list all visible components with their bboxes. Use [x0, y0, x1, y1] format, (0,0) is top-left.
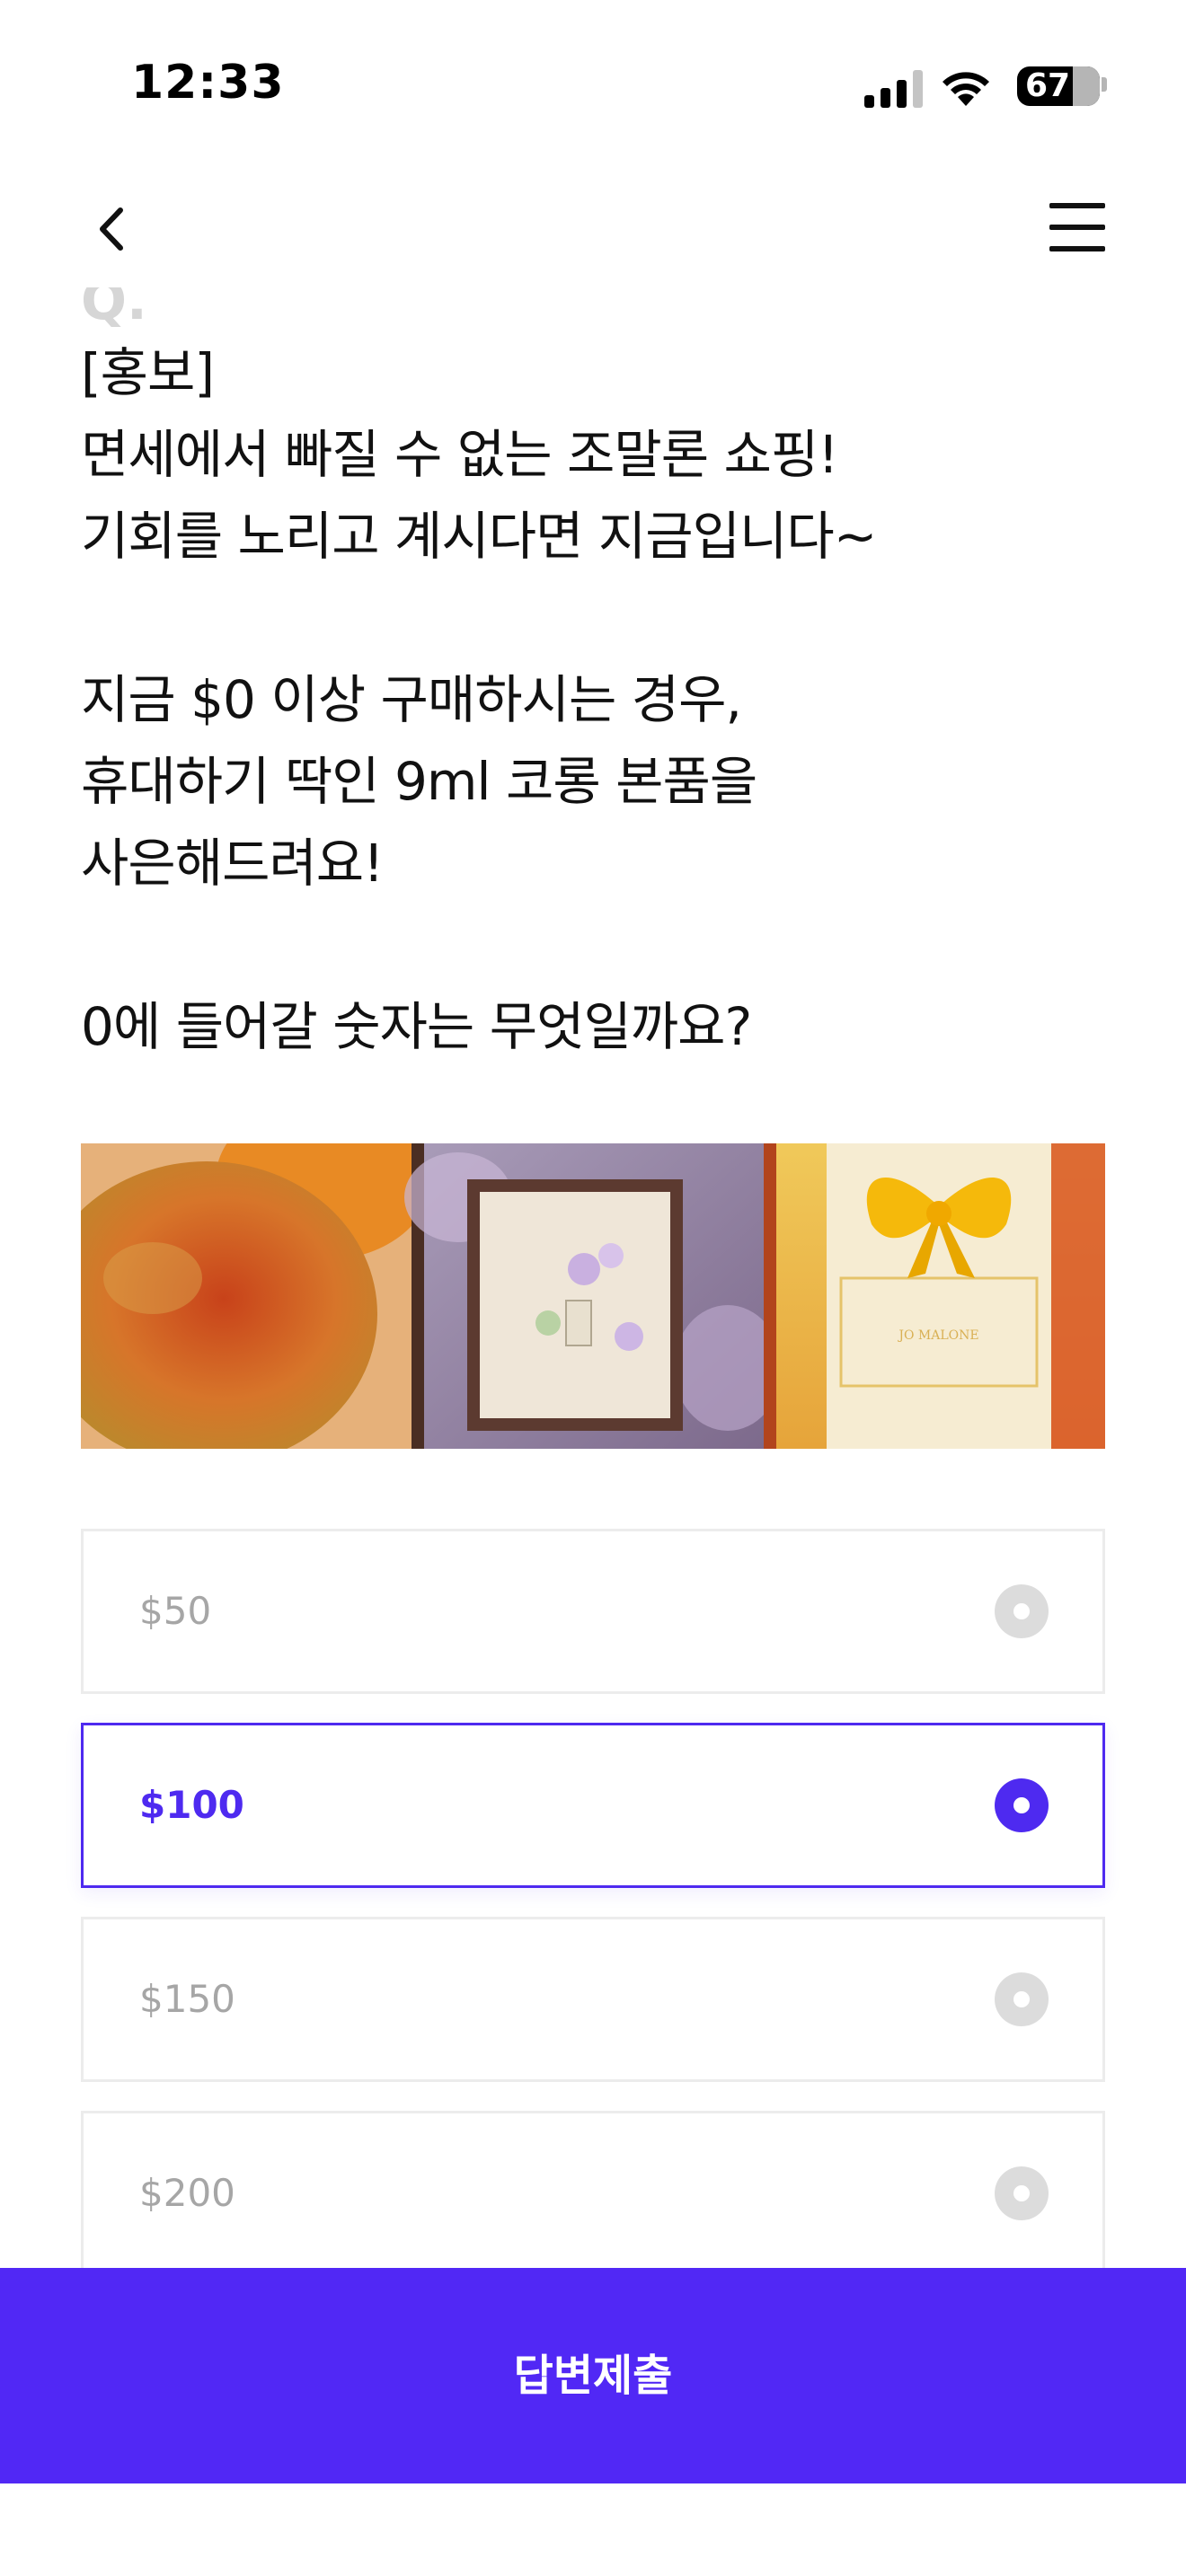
gift-box-brand-text: JO MALONE	[897, 1328, 978, 1343]
radio-unselected-icon[interactable]	[995, 1972, 1049, 2026]
question-content[interactable]: Q. [홍보] 면세에서 빠질 수 없는 조말론 쇼핑! 기회를 노리고 계시다…	[0, 0, 1186, 2272]
radio-selected-icon[interactable]	[995, 1778, 1049, 1832]
option-label: $100	[139, 1783, 244, 1827]
chevron-left-icon[interactable]	[81, 198, 144, 260]
option-label: $200	[139, 2171, 235, 2215]
option-label: $50	[139, 1589, 212, 1633]
hamburger-menu-icon[interactable]	[1049, 203, 1105, 251]
promo-banner-image: JO MALONE	[81, 1143, 1105, 1449]
product-banner-image: JO MALONE	[81, 1143, 1105, 1449]
submit-answer-button[interactable]: 답변제출	[0, 2268, 1186, 2483]
option-150[interactable]: $150	[81, 1917, 1105, 2082]
radio-unselected-icon[interactable]	[995, 2166, 1049, 2220]
question-text: [홍보] 면세에서 빠질 수 없는 조말론 쇼핑! 기회를 노리고 계시다면 지…	[81, 342, 877, 1057]
option-100[interactable]: $100	[81, 1723, 1105, 1888]
option-50[interactable]: $50	[81, 1529, 1105, 1694]
radio-unselected-icon[interactable]	[995, 1584, 1049, 1638]
top-nav-bar	[0, 171, 1186, 287]
home-indicator-area	[0, 2483, 1186, 2576]
option-label: $150	[139, 1977, 235, 2021]
answer-options: $50 $100 $150 $200	[81, 1529, 1105, 2272]
option-200[interactable]: $200	[81, 2111, 1105, 2272]
